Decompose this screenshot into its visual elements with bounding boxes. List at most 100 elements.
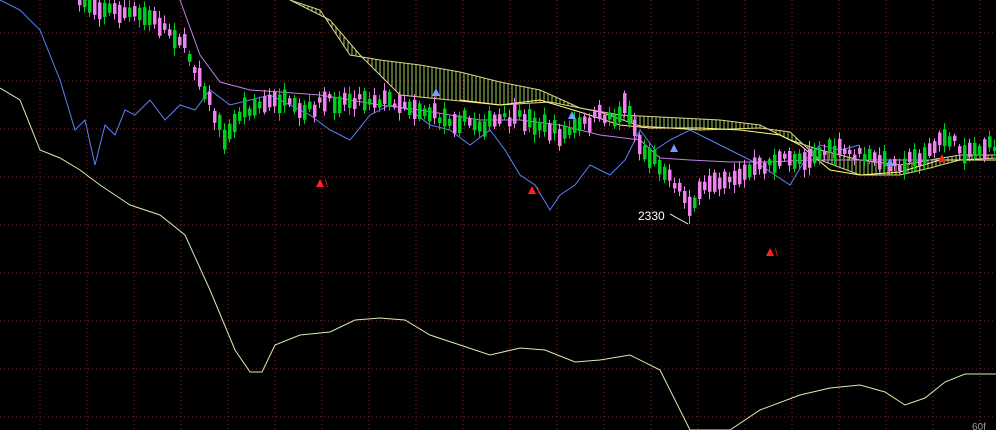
candle-up [638,134,642,155]
candle-down [963,145,967,164]
candle-up [213,110,217,123]
candle-up [318,97,322,103]
candle-down [648,148,652,168]
candle-up [678,182,682,192]
candle-down [578,117,582,131]
candle-up [383,90,387,104]
candle-up [873,152,877,163]
candle-up [698,181,702,200]
candle-down [828,139,832,153]
candle-up [118,4,122,23]
candle-up [468,117,472,126]
candle-up [403,101,407,109]
candle-up [498,114,502,124]
candle-down [243,97,247,118]
candle-up [193,66,197,73]
candle-down [218,114,222,130]
candle-down [138,7,142,21]
candle-down [203,86,207,100]
candle-up [848,149,852,154]
indicator-lines [0,0,996,430]
candle-up [758,157,762,170]
candle-up [738,168,742,185]
candle-up [838,138,842,155]
candle-down [128,7,132,18]
candle-up [968,142,972,157]
candle-up [508,117,512,127]
candle-down [428,107,432,122]
candle-down [543,114,547,132]
timeframe-label: 60f [972,422,986,430]
candle-up [723,171,727,189]
candle-up [713,172,717,192]
candle-down [448,118,452,126]
signal-label: \ [775,248,778,259]
candle-down [613,114,617,127]
candle-up [843,148,847,154]
candle-up [688,196,692,216]
candle-up [393,103,397,108]
candle-down [188,53,192,62]
candle-down [348,93,352,108]
candle-down [503,113,507,118]
candle-up [373,95,377,108]
candle-down [573,119,577,133]
candle-up [523,114,527,132]
candle-down [798,153,802,164]
candle-up [623,93,627,114]
buy-signal-marker [432,88,440,96]
candle-up [183,34,187,48]
candle-down [333,96,337,114]
candle-up [733,170,737,185]
candle-up [633,119,637,137]
candle-down [948,136,952,147]
candle-up [323,91,327,112]
candle-up [208,91,212,105]
candle-up [938,132,942,146]
candle-up [353,98,357,110]
sell-signal-marker [316,179,324,187]
candle-down [248,108,252,116]
ichimoku-chart: \ \ \ 2330 60f [0,0,996,430]
candle-down [223,129,227,150]
candle-down [443,108,447,127]
candle-down [103,2,107,18]
candle-down [528,109,532,128]
candle-down [303,104,307,120]
candle-down [308,101,312,110]
candle-up [753,157,757,175]
buy-signal-marker [886,158,894,166]
candle-up [953,135,957,141]
candle-up [803,152,807,170]
candle-down [618,106,622,123]
candle-up [703,181,707,191]
candle-up [398,94,402,113]
candle-down [693,197,697,208]
candle-down [88,0,92,13]
candle-up [133,6,137,17]
candle-down [943,129,947,147]
kumo-cloud [291,0,993,175]
candle-up [588,117,592,132]
candle-down [488,110,492,127]
candle-up [113,3,117,15]
candle-down [773,154,777,173]
low-price-label: 2330 [638,209,665,223]
candle-down [563,126,567,139]
candle-up [598,104,602,119]
lagging-long-line [0,87,996,430]
candle-up [168,29,172,36]
candle-up [673,183,677,189]
candle-down [418,103,422,120]
candle-up [583,116,587,124]
candle-up [513,103,517,124]
candle-down [363,91,367,111]
candle-up [493,114,497,127]
candle-down [478,121,482,132]
candle-down [458,115,462,134]
candle-down [278,94,282,114]
candle-up [958,146,962,154]
candle-up [928,143,932,156]
chart-grid [0,0,996,430]
chart-labels: 2330 60f [638,209,986,430]
